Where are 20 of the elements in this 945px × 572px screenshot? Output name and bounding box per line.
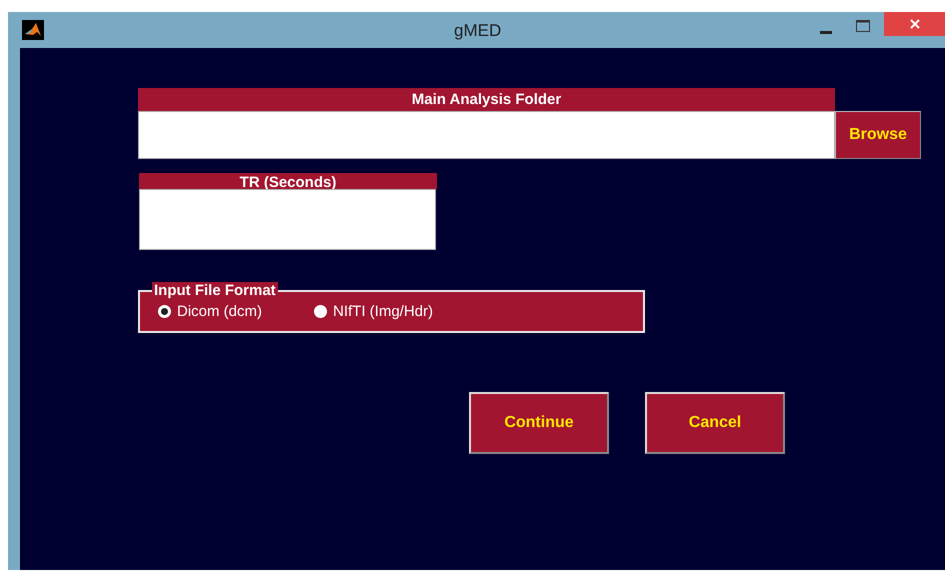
close-icon — [910, 19, 920, 29]
radio-option[interactable]: NIfTI (Img/Hdr) — [314, 303, 433, 320]
radio-label: Dicom (dcm) — [177, 303, 262, 320]
radio-label: NIfTI (Img/Hdr) — [333, 303, 433, 320]
close-button[interactable] — [884, 12, 945, 36]
maximize-icon[interactable] — [856, 20, 870, 32]
radio-button[interactable] — [158, 305, 171, 318]
panel-legend: Input File Format — [152, 282, 278, 299]
field-label: Main Analysis Folder — [138, 88, 835, 111]
field-label: TR (Seconds) — [139, 173, 437, 189]
action-button[interactable]: Cancel — [645, 392, 785, 454]
browse-button[interactable]: Browse — [835, 111, 921, 159]
window-title: gMED — [454, 21, 502, 41]
radio-button[interactable] — [314, 305, 327, 318]
radio-option[interactable]: Dicom (dcm) — [158, 303, 262, 320]
minimize-icon[interactable] — [820, 30, 832, 34]
tr-input-field[interactable] — [139, 189, 436, 250]
app-icon — [22, 20, 44, 40]
folder-input-field[interactable] — [138, 111, 835, 159]
action-button[interactable]: Continue — [469, 392, 609, 454]
